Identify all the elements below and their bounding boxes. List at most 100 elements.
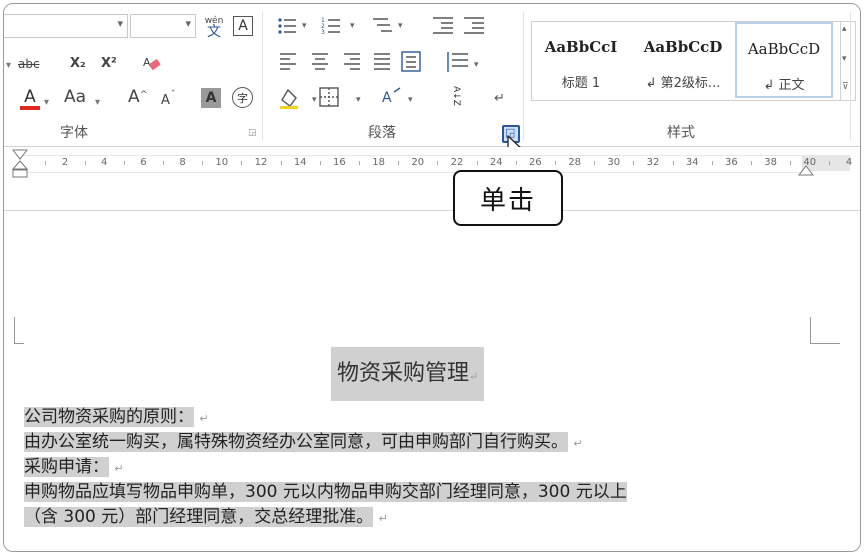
font-color-bar bbox=[20, 106, 40, 110]
indent-marker-icon[interactable] bbox=[12, 149, 28, 179]
phonetic-bottom: 文 bbox=[207, 24, 221, 40]
caret-down-icon: ˇ bbox=[171, 90, 176, 100]
svg-text:▾: ▾ bbox=[474, 60, 479, 70]
svg-text:▾: ▾ bbox=[312, 95, 317, 105]
subscript-button[interactable]: X₂ bbox=[70, 55, 86, 73]
chevron-down-icon: ▾ bbox=[117, 17, 123, 30]
ruler-tick-mark bbox=[280, 161, 282, 165]
font-name-combo[interactable]: ▾ bbox=[4, 14, 128, 38]
ruler-tick-mark bbox=[711, 161, 713, 165]
crop-mark bbox=[14, 317, 15, 344]
ruler-tick-label: 30 bbox=[607, 157, 621, 168]
char-border-icon: A bbox=[238, 18, 248, 34]
shrink-font-button[interactable]: A bbox=[161, 92, 170, 110]
ruler-tick-label: 36 bbox=[725, 157, 738, 168]
ruler-tick-mark bbox=[829, 161, 831, 165]
svg-text:▾: ▾ bbox=[398, 21, 403, 31]
group-divider bbox=[523, 12, 524, 140]
paragraph-line[interactable]: 公司物资采购的原则： ↵ bbox=[24, 405, 209, 431]
ruler-tick-mark bbox=[555, 161, 556, 165]
font-size-combo[interactable]: ▾ bbox=[130, 14, 196, 38]
scroll-down-icon[interactable]: ▾ bbox=[842, 54, 847, 64]
ruler-tick-label: 10 bbox=[215, 157, 229, 168]
ruler-tick-label: 4 bbox=[101, 157, 108, 168]
paragraph-line[interactable]: （含 300 元）部门经理同意，交总经理批准。 ↵ bbox=[24, 505, 388, 531]
ruler-tick-mark bbox=[45, 161, 47, 165]
strikethrough-button[interactable]: abc bbox=[18, 55, 40, 73]
chevron-down-icon: ▾ bbox=[6, 60, 12, 71]
clear-formatting-button[interactable]: A bbox=[140, 53, 164, 75]
document-title[interactable]: 物资采购管理↵ bbox=[331, 347, 485, 401]
callout-text: 单击 bbox=[479, 185, 536, 216]
font-color-button[interactable]: A bbox=[18, 87, 42, 111]
more-styles-icon[interactable]: ⊽ bbox=[842, 82, 849, 92]
ruler-tick-label: 4 bbox=[845, 157, 853, 168]
ruler-tick-mark bbox=[790, 161, 792, 165]
styles-scroll[interactable]: ▴ ▾ ⊽ bbox=[839, 21, 856, 101]
sort-icon: A↓Z bbox=[451, 86, 461, 106]
group-divider bbox=[262, 12, 263, 140]
svg-text:▾: ▾ bbox=[408, 95, 413, 105]
style-normal[interactable]: AaBbCcD ↲ 正文 bbox=[735, 22, 833, 98]
document-area[interactable]: 物资采购管理↵ 公司物资采购的原则： ↵ 由办公室统一购买，属特殊物资经办公室同… bbox=[4, 180, 860, 551]
line-text: 申购物品应填写物品申购单，300 元以内物品申购交部门经理同意，300 元以上 bbox=[24, 482, 627, 502]
ruler-tick-label: 38 bbox=[764, 157, 777, 168]
paragraph-line[interactable]: 由办公室统一购买，属特殊物资经办公室同意，可由申购部门自行购买。 ↵ bbox=[24, 430, 583, 456]
ruler-tick-label: 32 bbox=[646, 157, 660, 168]
page-gap bbox=[4, 180, 860, 211]
svg-text:3: 3 bbox=[321, 29, 325, 36]
ruler-tick-mark bbox=[123, 161, 125, 165]
superscript-button[interactable]: X² bbox=[101, 55, 117, 73]
ruler-tick-mark bbox=[751, 161, 752, 165]
paragraph-mark: ↵ bbox=[378, 512, 388, 525]
font-dialog-launcher-icon[interactable]: ◲ bbox=[248, 128, 257, 138]
chevron-down-icon: ▾ bbox=[95, 97, 101, 108]
change-case-button[interactable]: Aa bbox=[64, 88, 86, 106]
paragraph-controls: 123 A ▾ ▾ ▾▾ ▾ ▾▾ bbox=[278, 17, 484, 109]
ruler-tick-label: 22 bbox=[450, 157, 464, 168]
paragraph-mark: ↵ bbox=[469, 370, 479, 383]
line-text: 采购申请： bbox=[24, 457, 109, 477]
ribbon: ▾ ▾ wén 文 A ▾ abc X₂ X² A A ▾ Aa ▾ A ^ A… bbox=[4, 4, 860, 162]
ruler-tick-mark bbox=[319, 161, 321, 165]
style-heading1[interactable]: AaBbCcI 标题 1 bbox=[532, 22, 630, 98]
font-color-icon: A bbox=[24, 87, 36, 107]
ruler-tick-mark bbox=[84, 161, 86, 165]
phonetic-guide-button[interactable]: wén 文 bbox=[201, 13, 227, 41]
show-marks-icon[interactable]: ↵ bbox=[494, 90, 505, 108]
line-text: 由办公室统一购买，属特殊物资经办公室同意，可由申购部门自行购买。 bbox=[24, 432, 568, 452]
char-shading-button[interactable]: A bbox=[201, 88, 221, 108]
style-heading2[interactable]: AaBbCcD ↲ 第2级标... bbox=[634, 22, 732, 98]
line-text: （含 300 元）部门经理同意，交总经理批准。 bbox=[24, 507, 374, 527]
ruler-tick-mark bbox=[202, 161, 204, 165]
horizontal-ruler[interactable]: 2 4 6 8 10 12 14 16 18 20 22 24 26 28 30 32 34 36 38 40 4 bbox=[4, 147, 860, 179]
sort-button[interactable]: A↓Z bbox=[446, 84, 466, 108]
ruler-tick-mark bbox=[437, 161, 439, 165]
paragraph-mark: ↵ bbox=[199, 412, 209, 425]
char-border-button[interactable]: A bbox=[233, 16, 253, 36]
click-callout: 单击 bbox=[453, 170, 563, 226]
style-sample: AaBbCcD bbox=[747, 40, 821, 58]
ruler-tick-mark bbox=[241, 161, 243, 165]
caret-up-icon: ^ bbox=[140, 90, 148, 100]
scroll-up-icon[interactable]: ▴ bbox=[842, 24, 847, 34]
svg-text:▾: ▾ bbox=[302, 21, 307, 31]
ruler-tick-label: 34 bbox=[685, 157, 699, 168]
ruler-tick-mark bbox=[672, 161, 674, 165]
crop-mark bbox=[810, 317, 811, 344]
ruler-tick-label: 14 bbox=[293, 157, 307, 168]
ruler-tick-label: 40 bbox=[803, 157, 817, 168]
enclose-chars-button[interactable]: 字 bbox=[232, 87, 253, 108]
font-group-label: 字体 bbox=[60, 125, 88, 141]
svg-text:A: A bbox=[143, 56, 151, 69]
paragraph-line[interactable]: 采购申请： ↵ bbox=[24, 455, 124, 481]
paragraph-group-label: 段落 bbox=[368, 125, 396, 141]
ruler-tick-mark bbox=[359, 161, 360, 165]
ruler-tick-label: 12 bbox=[254, 157, 268, 168]
ruler-tick-label: 8 bbox=[179, 157, 186, 168]
char-shading-icon: A bbox=[205, 90, 217, 106]
grow-font-button[interactable]: A bbox=[128, 88, 140, 106]
ruler-tick-mark bbox=[594, 161, 596, 165]
style-sample: AaBbCcI bbox=[544, 38, 618, 56]
paragraph-line[interactable]: 申购物品应填写物品申购单，300 元以内物品申购交部门经理同意，300 元以上 bbox=[24, 480, 627, 504]
